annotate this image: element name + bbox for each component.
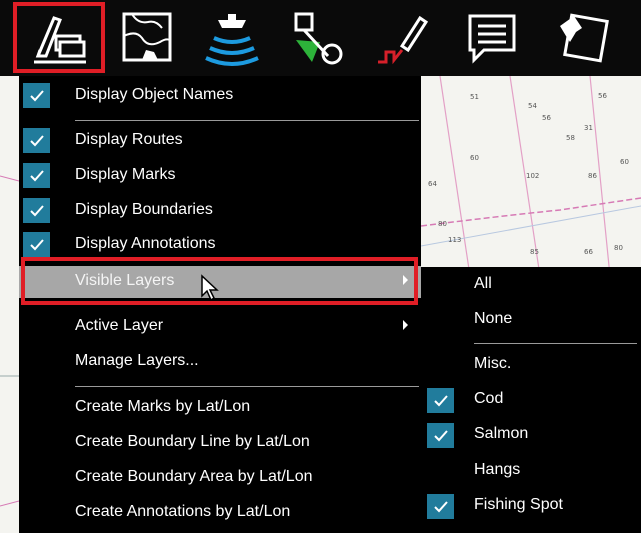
flag-icon: [456, 6, 528, 70]
submenu-item-salmon[interactable]: Salmon: [421, 419, 641, 451]
submenu-item-misc[interactable]: Misc.: [421, 349, 641, 381]
flag-button[interactable]: [456, 6, 528, 70]
menu-item-display-boundaries[interactable]: Display Boundaries: [19, 195, 421, 227]
checkmark-icon: [427, 388, 454, 413]
depth-sounding: 85: [530, 248, 539, 256]
depth-sounding: 60: [470, 154, 479, 162]
checkmark-icon: [23, 128, 50, 153]
menu-item-display-object-names[interactable]: Display Object Names: [19, 80, 421, 112]
menu-item-display-marks[interactable]: Display Marks: [19, 160, 421, 192]
menu-separator: [75, 120, 419, 121]
menu-item-create-boundary-area[interactable]: Create Boundary Area by Lat/Lon: [19, 462, 421, 494]
depth-sounding: 113: [448, 236, 462, 244]
submenu-arrow-icon: [403, 320, 408, 330]
depth-sounding: 80: [438, 220, 447, 228]
depth-sounding: 31: [584, 124, 593, 132]
checkmark-icon: [23, 163, 50, 188]
checkmark-icon: [23, 232, 50, 257]
menu-separator: [75, 386, 419, 387]
active-button-outline: [13, 2, 105, 73]
depth-sounding: 60: [620, 158, 629, 166]
menu-item-create-annotations[interactable]: Create Annotations by Lat/Lon: [19, 497, 421, 529]
depth-sounding: 56: [542, 114, 551, 122]
depth-sounding: 86: [588, 172, 597, 180]
route-tools-button[interactable]: [282, 6, 354, 70]
menu-item-active-layer[interactable]: Active Layer: [19, 311, 421, 343]
checkmark-icon: [427, 423, 454, 448]
chart-button[interactable]: [112, 6, 184, 70]
depth-sounding: 56: [598, 92, 607, 100]
depth-sounding: 80: [614, 244, 623, 252]
depth-sounding: 58: [566, 134, 575, 142]
checkmark-icon: [23, 198, 50, 223]
submenu-item-hangs[interactable]: Hangs: [421, 455, 641, 487]
toolbar: [0, 0, 641, 76]
submenu-item-none[interactable]: None: [421, 304, 641, 336]
sonar-boat-icon: [196, 6, 268, 70]
submenu-item-cod[interactable]: Cod: [421, 384, 641, 416]
submenu-item-all[interactable]: All: [421, 269, 641, 301]
track-button[interactable]: [368, 6, 440, 70]
checkmark-icon: [427, 494, 454, 519]
submenu-item-fishing-spot[interactable]: Fishing Spot: [421, 490, 641, 522]
menu-item-manage-layers[interactable]: Manage Layers...: [19, 346, 421, 378]
chart-icon: [112, 6, 184, 70]
menu-item-create-boundary-line[interactable]: Create Boundary Line by Lat/Lon: [19, 427, 421, 459]
pushpin-button[interactable]: [544, 6, 616, 70]
menu-item-display-routes[interactable]: Display Routes: [19, 125, 421, 157]
menu-item-create-marks[interactable]: Create Marks by Lat/Lon: [19, 392, 421, 424]
depth-sounding: 54: [528, 102, 537, 110]
visible-layers-submenu: All None Misc. Cod Salmon Hangs Fishing …: [421, 267, 641, 533]
track-icon: [368, 6, 440, 70]
depth-sounding: 64: [428, 180, 437, 188]
pushpin-icon: [544, 6, 616, 70]
route-tools-icon: [282, 6, 354, 70]
sonar-button[interactable]: [196, 6, 268, 70]
depth-sounding: 51: [470, 93, 479, 101]
mouse-cursor-icon: [201, 274, 219, 302]
depth-sounding: 66: [584, 248, 593, 256]
checkmark-icon: [23, 83, 50, 108]
depth-sounding: 102: [526, 172, 540, 180]
submenu-separator: [474, 343, 637, 344]
